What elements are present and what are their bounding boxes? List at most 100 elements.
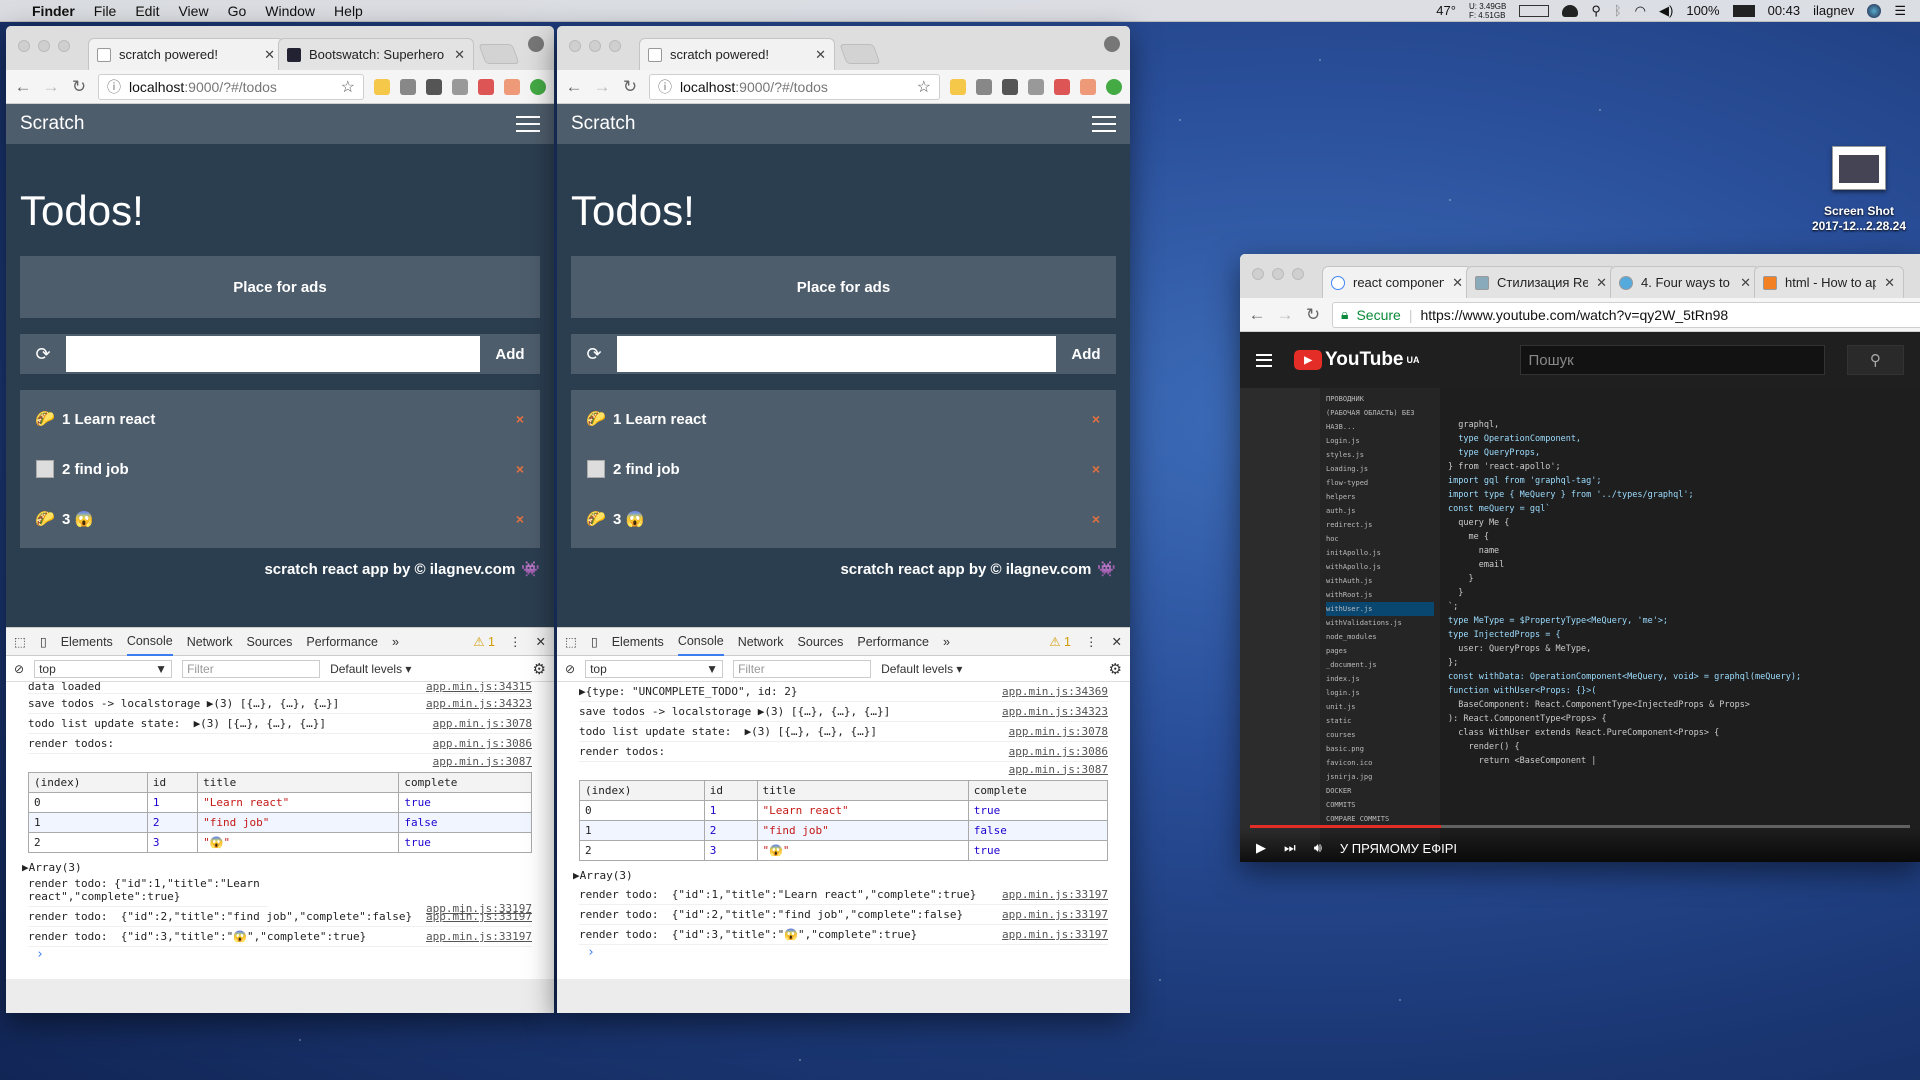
app-brand[interactable]: Scratch	[20, 113, 84, 135]
memory-stats[interactable]: U: 3.49GB F: 4.51GB	[1469, 2, 1506, 20]
siri-icon[interactable]	[1867, 3, 1882, 18]
pocket-icon[interactable]	[400, 78, 416, 95]
tab-four-ways[interactable]: 4. Four ways to s ✕	[1610, 266, 1760, 298]
delete-icon[interactable]: ×	[516, 461, 524, 477]
menu-finder[interactable]: Finder	[32, 3, 75, 19]
gear-icon[interactable]: ⚙	[1109, 660, 1122, 678]
extension-icon[interactable]	[530, 78, 546, 95]
log-source-link[interactable]: app.min.js:33197	[1002, 908, 1108, 921]
column-header[interactable]: title	[756, 780, 969, 801]
column-header[interactable]: (index)	[579, 780, 705, 801]
todo-label[interactable]: 3 😱	[62, 510, 508, 528]
todo-label[interactable]: 2 find job	[613, 461, 1084, 478]
profile-icon[interactable]	[1104, 36, 1120, 52]
clock-text[interactable]: 00:43	[1768, 3, 1801, 18]
tab-performance[interactable]: Performance	[857, 635, 929, 649]
reload-icon[interactable]: ↻	[621, 77, 639, 97]
screenshot-file-label[interactable]: Screen Shot 2017-12...2.28.24	[1800, 204, 1918, 234]
hamburger-menu-icon[interactable]	[516, 116, 540, 132]
back-icon[interactable]: ←	[565, 77, 583, 97]
close-tab-icon[interactable]: ✕	[1740, 275, 1751, 291]
close-tab-icon[interactable]: ✕	[1884, 275, 1895, 291]
refresh-icon[interactable]: ⟳	[571, 334, 617, 374]
forward-icon[interactable]: →	[1276, 305, 1294, 325]
more-tabs-icon[interactable]: »	[943, 635, 950, 649]
log-text[interactable]: save todos -> localstorage ▶(3) [{…}, {……	[28, 697, 339, 710]
gear-icon[interactable]: ⚙	[533, 660, 546, 678]
log-source-link[interactable]: app.min.js:33197	[426, 930, 532, 943]
extension-icon[interactable]	[950, 78, 966, 95]
address-bar[interactable]: ⓘ localhost:9000/?#/todos ☆	[649, 73, 940, 100]
extension-icon[interactable]	[452, 78, 468, 95]
address-bar[interactable]: ⓘ localhost:9000/?#/todos ☆	[98, 73, 364, 100]
delete-icon[interactable]: ×	[516, 411, 524, 427]
forward-icon[interactable]: →	[593, 77, 611, 97]
bookmark-star-icon[interactable]: ☆	[341, 77, 355, 97]
warning-badge[interactable]: ⚠ 1	[473, 634, 495, 649]
screenshot-file-icon[interactable]	[1832, 146, 1886, 190]
tab-sources[interactable]: Sources	[247, 635, 293, 649]
refresh-icon[interactable]: ⟳	[20, 334, 66, 374]
column-header[interactable]: title	[197, 772, 400, 793]
footer-text[interactable]: scratch react app by © ilagnev.com	[840, 561, 1091, 578]
bluetooth-icon[interactable]: ᛒ	[1614, 3, 1622, 18]
tab-sources[interactable]: Sources	[798, 635, 844, 649]
log-source-link[interactable]: app.min.js:34323	[426, 697, 532, 710]
log-source-link[interactable]: app.min.js:33197	[1002, 888, 1108, 901]
log-source-link[interactable]: app.min.js:34315	[426, 682, 532, 693]
play-icon[interactable]: ▶	[1256, 840, 1266, 856]
volume-icon[interactable]: 🔊︎	[1314, 840, 1322, 856]
devtools-menu-icon[interactable]: ⋮	[1085, 634, 1098, 649]
extension-icon[interactable]	[1002, 78, 1018, 95]
todo-label[interactable]: 2 find job	[62, 461, 508, 478]
console-prompt[interactable]: ›	[28, 947, 532, 962]
todo-label[interactable]: 1 Learn react	[613, 411, 1084, 428]
tab-styling-react[interactable]: Стилизация React ✕	[1466, 266, 1616, 298]
close-window-button[interactable]	[18, 40, 30, 52]
menu-go[interactable]: Go	[228, 3, 247, 19]
log-source-link[interactable]: app.min.js:33197	[426, 902, 532, 915]
extension-icon[interactable]	[1054, 78, 1070, 95]
notification-center-icon[interactable]: ☰	[1894, 3, 1906, 19]
cloud-icon[interactable]	[1562, 4, 1579, 17]
hamburger-menu-icon[interactable]	[1092, 116, 1116, 132]
log-source-link[interactable]: app.min.js:3087	[1009, 763, 1108, 776]
next-icon[interactable]: ⏭	[1284, 840, 1296, 856]
todo-label[interactable]: 3 😱	[613, 510, 1084, 528]
tab-console[interactable]: Console	[126, 628, 173, 656]
info-icon[interactable]: ⓘ	[107, 77, 121, 97]
log-source-link[interactable]: app.min.js:34323	[1002, 705, 1108, 718]
close-tab-icon[interactable]: ✕	[454, 47, 465, 63]
column-header[interactable]: complete	[398, 772, 532, 793]
log-source-link[interactable]: app.min.js:3086	[433, 737, 532, 750]
wifi-icon[interactable]: ◠	[1635, 3, 1646, 19]
back-icon[interactable]: ←	[14, 77, 32, 97]
inspect-icon[interactable]: ⬚	[14, 634, 26, 649]
extension-icon[interactable]	[1028, 78, 1044, 95]
rss-icon[interactable]	[504, 78, 520, 95]
log-text[interactable]: render todo: {"id":1,"title":"Learn reac…	[579, 888, 976, 901]
context-select[interactable]: top ▼	[34, 659, 173, 678]
battery-icon[interactable]	[1732, 4, 1755, 17]
footer-text[interactable]: scratch react app by © ilagnev.com	[264, 561, 515, 578]
youtube-logo[interactable]: ▶ YouTube UA	[1294, 349, 1420, 371]
cpu-graph-icon[interactable]	[1519, 4, 1550, 17]
devtools-menu-icon[interactable]: ⋮	[509, 634, 522, 649]
minimize-window-button[interactable]	[38, 40, 50, 52]
bookmark-star-icon[interactable]: ☆	[917, 77, 931, 97]
zoom-window-button[interactable]	[58, 40, 70, 52]
close-devtools-icon[interactable]: ✕	[1112, 634, 1122, 649]
close-devtools-icon[interactable]: ✕	[536, 634, 546, 649]
guide-menu-icon[interactable]	[1256, 353, 1273, 367]
log-source-link[interactable]: app.min.js:3087	[433, 755, 532, 768]
checkbox-icon[interactable]	[36, 460, 54, 478]
log-source-link[interactable]: app.min.js:3078	[433, 717, 532, 730]
extension-icon[interactable]	[426, 78, 442, 95]
column-header[interactable]: (index)	[28, 772, 148, 793]
close-tab-icon[interactable]: ✕	[815, 47, 826, 63]
taco-checkbox-icon[interactable]: 🌮	[35, 510, 55, 528]
pocket-icon[interactable]	[976, 78, 992, 95]
tab-elements[interactable]: Elements	[61, 635, 113, 649]
log-text[interactable]: todo list update state: ▶(3) [{…}, {…}, …	[579, 725, 877, 738]
close-tab-icon[interactable]: ✕	[264, 47, 275, 63]
